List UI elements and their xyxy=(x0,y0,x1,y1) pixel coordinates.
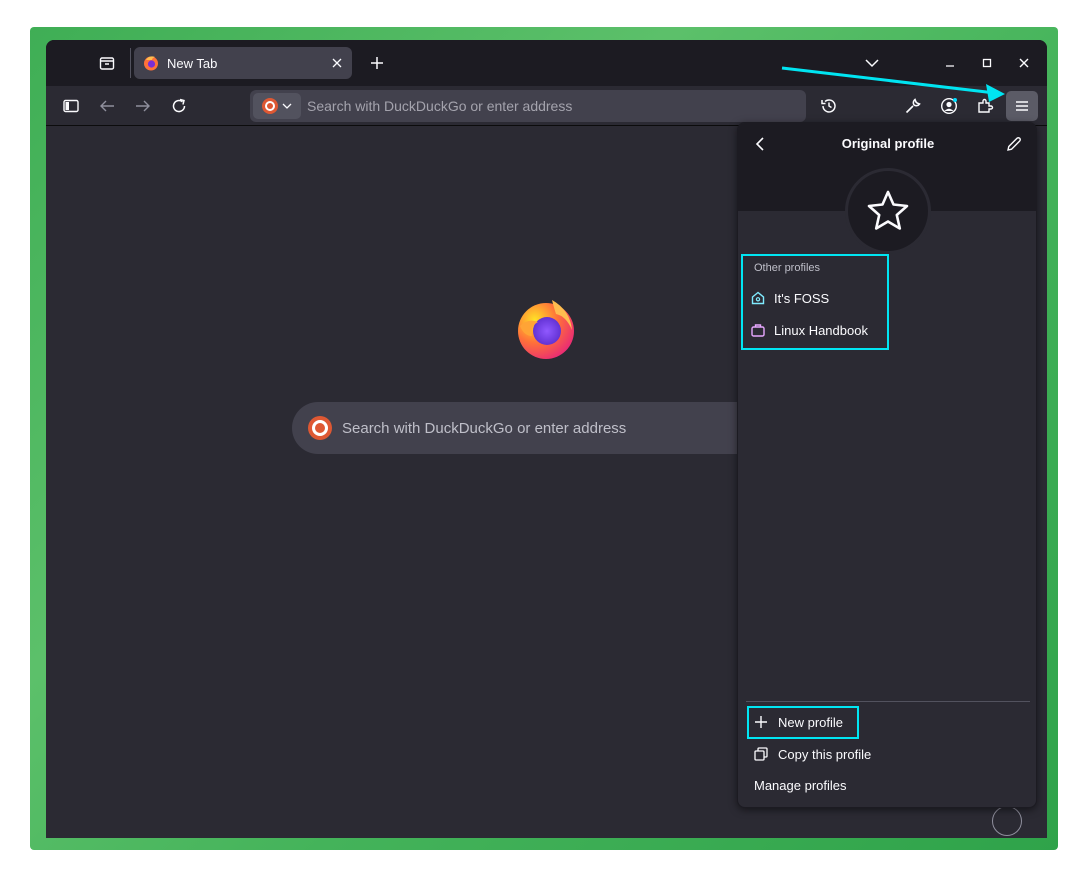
highlight-box-other-profiles xyxy=(741,254,889,350)
tab-separator xyxy=(130,48,131,78)
panel-title: Original profile xyxy=(841,136,935,151)
reload-icon[interactable] xyxy=(168,95,190,117)
panel-divider xyxy=(746,701,1030,702)
highlight-box-new-profile xyxy=(747,706,859,739)
new-tab-plus-icon[interactable] xyxy=(366,52,388,74)
firefox-view-icon[interactable] xyxy=(96,52,118,74)
close-window-icon[interactable] xyxy=(1013,52,1035,74)
forward-arrow-icon[interactable] xyxy=(132,95,154,117)
close-tab-icon[interactable] xyxy=(326,52,348,74)
edit-pencil-icon[interactable] xyxy=(1004,134,1024,154)
manage-profiles-button[interactable]: Manage profiles xyxy=(754,771,847,799)
history-icon[interactable] xyxy=(818,95,840,117)
star-icon xyxy=(867,190,909,230)
extensions-puzzle-icon[interactable] xyxy=(974,95,996,117)
profile-panel: Original profile Other profiles It's FOS… xyxy=(737,122,1037,808)
sidebar-toggle-icon[interactable] xyxy=(60,95,82,117)
firefox-logo xyxy=(514,296,578,360)
profile-avatar[interactable] xyxy=(845,168,931,254)
chevron-down-icon xyxy=(282,103,292,109)
account-icon[interactable] xyxy=(938,95,960,117)
new-tab-search-bar[interactable]: Search with DuckDuckGo or enter address xyxy=(292,402,792,454)
duckduckgo-icon xyxy=(308,416,332,440)
new-tab-search-input[interactable]: Search with DuckDuckGo or enter address xyxy=(342,420,626,437)
back-arrow-icon[interactable] xyxy=(96,95,118,117)
wrench-icon[interactable] xyxy=(902,95,924,117)
duckduckgo-icon xyxy=(262,98,278,114)
search-engine-selector[interactable] xyxy=(253,93,301,119)
tab-new-tab[interactable]: New Tab xyxy=(134,47,352,79)
app-menu-hamburger-icon[interactable] xyxy=(1006,91,1038,121)
navigation-toolbar: Search with DuckDuckGo or enter address xyxy=(46,86,1047,126)
copy-profile-button[interactable]: Copy this profile xyxy=(754,740,871,768)
tab-bar: New Tab xyxy=(46,40,1047,86)
copy-profile-label: Copy this profile xyxy=(778,746,872,762)
manage-profiles-label: Manage profiles xyxy=(754,777,847,793)
firefox-favicon-icon xyxy=(144,56,158,71)
url-bar[interactable]: Search with DuckDuckGo or enter address xyxy=(250,90,806,122)
tab-title: New Tab xyxy=(167,55,218,71)
minimize-icon[interactable] xyxy=(939,52,961,74)
maximize-icon[interactable] xyxy=(976,52,998,74)
customize-button[interactable] xyxy=(992,806,1022,836)
url-input[interactable]: Search with DuckDuckGo or enter address xyxy=(307,98,572,114)
list-tabs-chevron-down-icon[interactable] xyxy=(861,52,883,74)
copy-icon xyxy=(754,747,768,761)
